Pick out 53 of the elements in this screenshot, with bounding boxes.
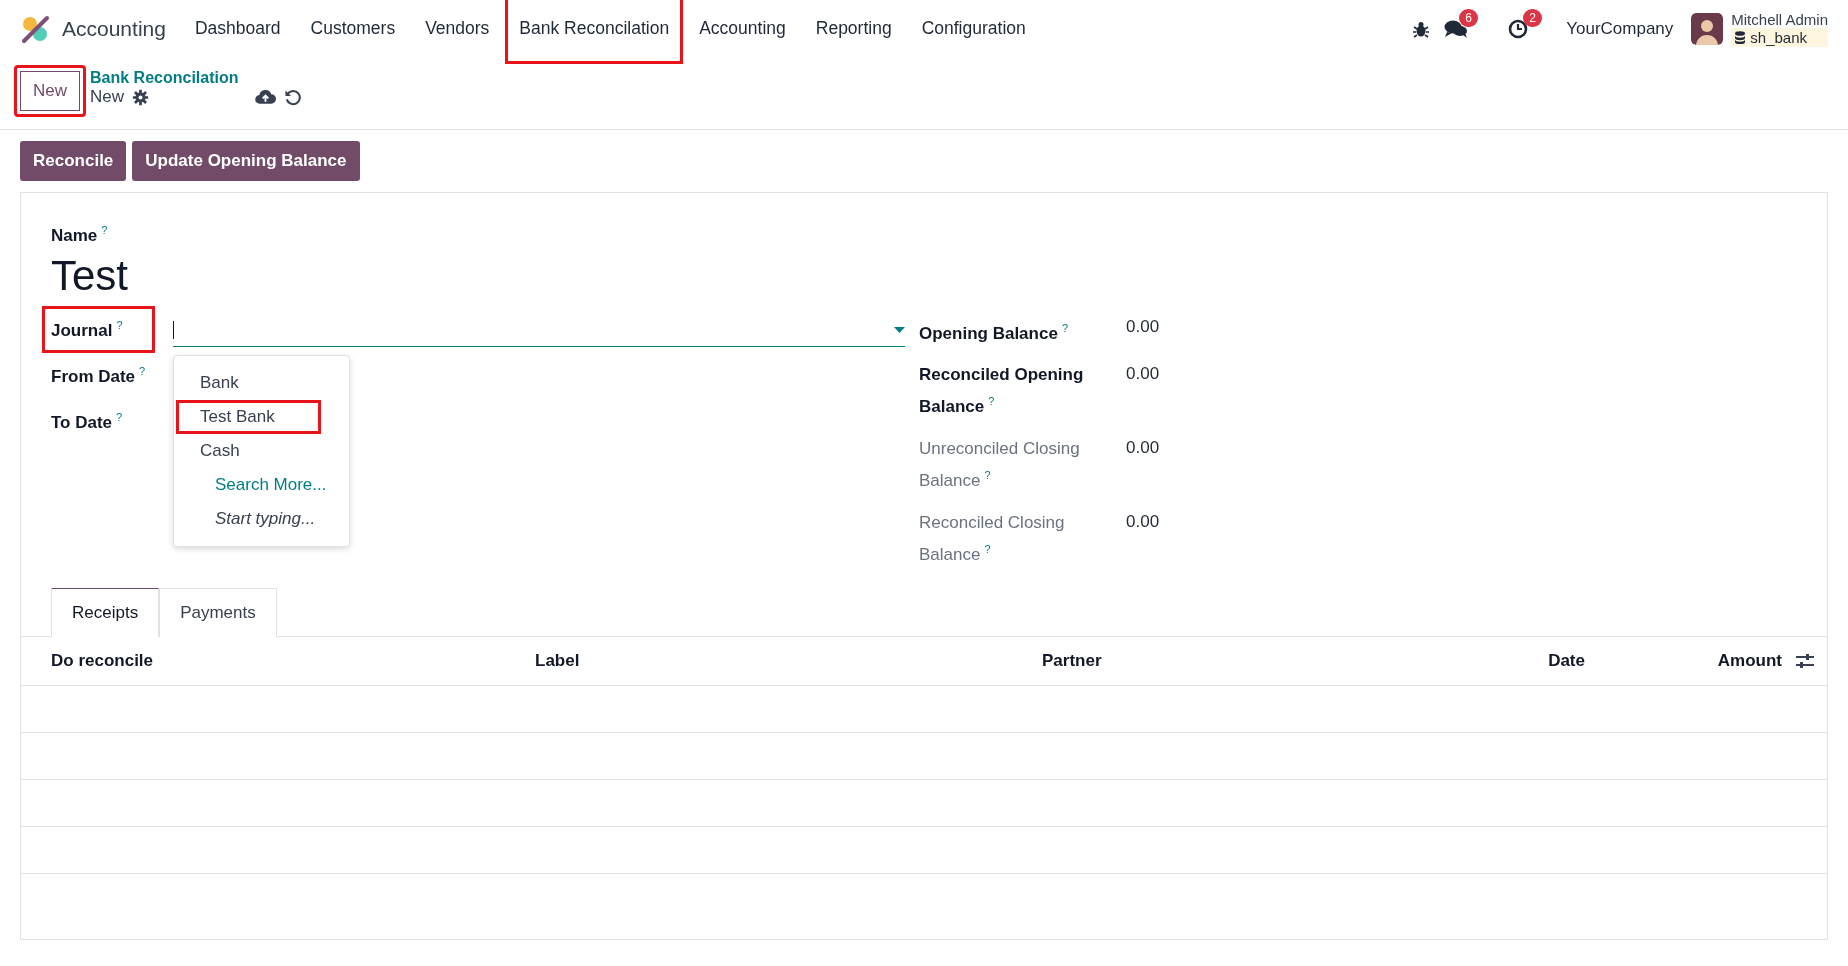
column-header[interactable]: Do reconcile (51, 651, 535, 672)
field-value: 0.00 (1126, 436, 1160, 459)
company-name[interactable]: YourCompany (1566, 18, 1674, 39)
tab[interactable]: Payments (159, 588, 277, 638)
database-icon (1735, 30, 1746, 44)
menu-item[interactable]: Configuration (906, 10, 1041, 47)
settings-icon[interactable] (132, 88, 150, 106)
column-header[interactable]: Amount (1717, 651, 1782, 672)
field-label: From Date $^{?}$ (50, 363, 147, 388)
column-header[interactable]: Label (535, 651, 1042, 672)
avatar-icon[interactable] (1691, 12, 1724, 45)
action-button[interactable]: Update Opening Balance (132, 141, 360, 181)
undo-icon[interactable] (284, 88, 302, 106)
dropdown-option[interactable]: Bank (176, 365, 285, 400)
database-name: sh_bank (1750, 28, 1807, 46)
breadcrumb-link[interactable]: Bank Reconcilation (90, 69, 302, 87)
action-button[interactable]: Reconcile (20, 141, 127, 181)
column-header[interactable]: Partner (1042, 651, 1549, 672)
record-title: Test (51, 250, 130, 301)
field-label: Reconciled Closing Balance $^{?}$ (919, 511, 1066, 566)
record-name: New (90, 87, 125, 107)
user-name: Mitchell Admin (1731, 10, 1828, 28)
field-label: To Date $^{?}$ (50, 409, 124, 434)
caret-icon[interactable] (894, 327, 905, 334)
field-value: 0.00 (1126, 315, 1160, 338)
clock-icon[interactable] (1508, 18, 1529, 39)
hint-text: Start typing... (214, 507, 317, 530)
column-settings-icon[interactable] (1796, 653, 1814, 670)
new-button[interactable]: New (14, 65, 86, 117)
menu-item[interactable]: Bank Reconcilation (508, 0, 681, 61)
menu-item[interactable]: Accounting (684, 10, 801, 47)
menu-item[interactable]: Customers (295, 10, 411, 47)
tab[interactable]: Receipts (51, 588, 160, 638)
dropdown-option[interactable]: Test Bank (176, 399, 321, 434)
field-label: Opening Balance $^{?}$ (919, 320, 1069, 345)
app-name: Accounting (62, 16, 166, 41)
field-value: 0.00 (1126, 510, 1160, 533)
field-label: Reconciled Opening Balance $^{?}$ (919, 364, 1085, 418)
logo-icon (20, 13, 50, 44)
search-more-link[interactable]: Search More... (176, 467, 351, 502)
bug-icon[interactable] (1412, 19, 1431, 38)
field-value: 0.00 (1126, 363, 1160, 386)
notification-badge: 6 (1459, 8, 1478, 27)
dropdown-option[interactable]: Cash (176, 433, 286, 468)
menu-item[interactable]: Dashboard (179, 10, 296, 47)
field-label: Name $^{?}$ (51, 225, 108, 245)
menu-item[interactable]: Vendors (410, 10, 505, 47)
notification-badge: 2 (1523, 8, 1542, 27)
field-label: Unreconciled Closing Balance $^{?}$ (919, 437, 1081, 492)
column-header[interactable]: Date (1548, 651, 1585, 672)
menu-item[interactable]: Reporting (800, 10, 907, 47)
cloud-upload-icon[interactable] (255, 89, 277, 105)
field-label: Journal $^{?}$ (45, 308, 152, 351)
